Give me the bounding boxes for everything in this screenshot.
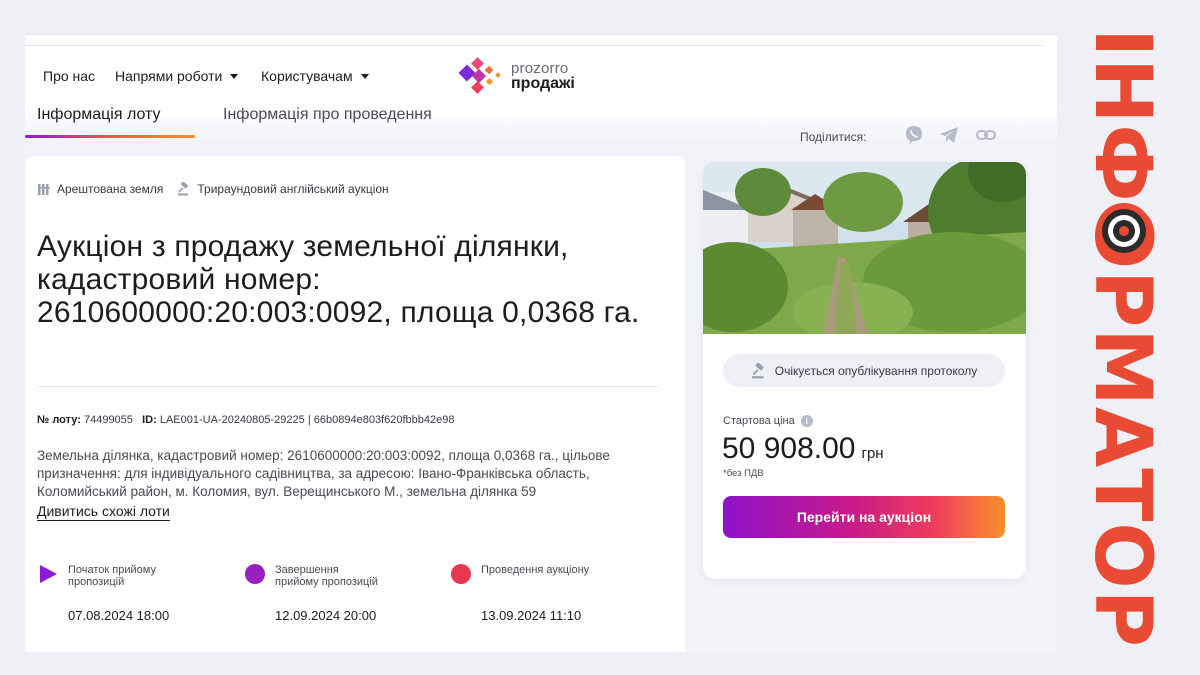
chevron-down-icon	[360, 74, 369, 79]
lot-id: LAE001-UA-20240805-29225	[159, 414, 305, 426]
lot-number-label: № лоту:	[37, 414, 81, 426]
lot-description: Земельна ділянка, кадастровий номер: 261…	[37, 448, 610, 499]
logo-text-prodazhi: продажі	[511, 75, 575, 92]
nav-users-label: Користувачам	[261, 68, 353, 84]
prozorro-logo[interactable]: prozorro продажі	[455, 55, 595, 95]
lot-id-label: ID:	[142, 414, 157, 426]
informator-logo-text: ІНФОРМАТОР	[1077, 28, 1167, 648]
price-card: Очікується опублікування протоколу Старт…	[703, 162, 1026, 579]
prozorro-logo-icon	[458, 57, 501, 94]
header-top-line	[25, 45, 1043, 46]
red-dot-icon	[451, 564, 471, 584]
telegram-icon[interactable]	[938, 124, 960, 146]
nav-about[interactable]: Про нас	[43, 68, 95, 84]
start-price: 50 908.00 грн	[722, 432, 884, 466]
protocol-status-badge: Очікується опублікування протоколу	[723, 354, 1005, 387]
chevron-down-icon	[230, 74, 239, 79]
tag-arrested-land-label: Арештована земля	[57, 182, 164, 196]
start-price-label-text: Стартова ціна	[723, 415, 795, 427]
lot-hash: 66b0894e803f620fbbb42e98	[313, 414, 455, 426]
info-icon[interactable]: i	[800, 415, 813, 427]
gavel-icon	[751, 362, 764, 378]
site-header: Про нас Напрями роботи Користувачам proz…	[25, 34, 1057, 106]
phase-bids-start-date: 07.08.2024 18:00	[68, 608, 170, 623]
browser-page: Про нас Напрями роботи Користувачам proz…	[25, 34, 1057, 652]
link-icon[interactable]	[975, 124, 997, 146]
lot-tags: Арештована земля Трираундовий англійськи…	[38, 182, 403, 196]
purple-dot-icon	[245, 564, 265, 584]
gavel-icon	[178, 182, 189, 196]
start-price-label: Стартова ціна i	[723, 415, 813, 427]
lot-photo[interactable]	[703, 162, 1026, 334]
tab-lot-info[interactable]: Інформація лоту	[37, 106, 161, 124]
share-label: Поділитися:	[800, 130, 867, 144]
lot-title: Аукціон з продажу земельної ділянки, кад…	[37, 230, 640, 329]
phase-bids-end-label: Завершення прийому пропозицій	[275, 564, 378, 588]
play-icon	[40, 565, 57, 583]
meta-separator: |	[307, 414, 311, 426]
nav-directions-label: Напрями роботи	[115, 68, 223, 84]
vat-note: *без ПДВ	[723, 468, 764, 479]
viber-icon[interactable]	[903, 124, 925, 146]
tag-auction-type: Трираундовий англійський аукціон	[177, 182, 389, 196]
phase-auction-label: Проведення аукціону	[481, 564, 590, 576]
similar-lots-link[interactable]: Дивитись схожі лоти	[37, 503, 170, 521]
protocol-status-label: Очікується опублікування протоколу	[774, 363, 978, 378]
phase-bids-end-date: 12.09.2024 20:00	[275, 608, 377, 623]
tag-auction-type-label: Трираундовий англійський аукціон	[197, 182, 389, 196]
lot-meta: № лоту: 74499055 ID: LAE001-UA-20240805-…	[37, 414, 454, 426]
active-tab-indicator	[25, 135, 195, 138]
price-currency: грн	[861, 445, 884, 462]
start-price-value: 50 908.00	[722, 432, 856, 465]
nav-directions[interactable]: Напрями роботи	[115, 68, 239, 84]
nav-users[interactable]: Користувачам	[261, 68, 369, 84]
fence-icon	[38, 184, 50, 195]
phase-bids-start-label: Початок прийому пропозицій	[68, 564, 156, 588]
phase-auction-date: 13.09.2024 11:10	[481, 608, 582, 623]
lot-number: 74499055	[83, 414, 133, 426]
go-to-auction-button[interactable]: Перейти на аукціон	[723, 496, 1005, 538]
nav-about-label: Про нас	[43, 68, 96, 84]
eye-logo-icon	[1096, 203, 1152, 259]
title-divider	[38, 386, 658, 387]
tab-auction-info[interactable]: Інформація про проведення	[223, 106, 432, 124]
informator-watermark: ІНФОРМАТОР	[1077, 28, 1178, 648]
tag-arrested-land: Арештована земля	[38, 182, 163, 196]
